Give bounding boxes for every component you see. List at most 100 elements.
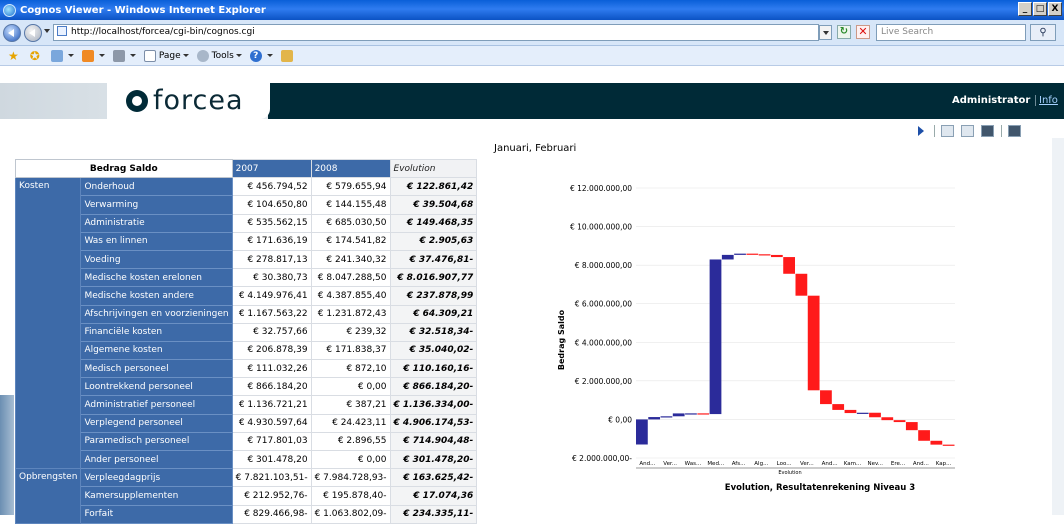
info-link[interactable]: Info: [1035, 95, 1058, 106]
row-label[interactable]: Kamersupplementen: [80, 486, 233, 506]
history-dropdown-icon[interactable]: [44, 29, 50, 33]
row-label[interactable]: Financiële kosten: [80, 322, 233, 342]
run-report-icon[interactable]: [918, 126, 924, 136]
search-button[interactable]: ⚲: [1030, 24, 1056, 41]
home-button[interactable]: [50, 49, 74, 62]
add-favorite-button[interactable]: ✪: [30, 49, 43, 63]
waterfall-bar[interactable]: [905, 422, 918, 431]
table-row: Administratie € 535.562,15 € 685.030,50 € 1…: [16, 213, 478, 233]
row-label[interactable]: Administratief personeel: [80, 395, 233, 415]
column-header-2008[interactable]: 2008: [310, 158, 391, 179]
row-label[interactable]: Algemene kosten: [80, 340, 233, 361]
page-menu[interactable]: Page: [143, 49, 189, 62]
refresh-button[interactable]: ↻: [837, 25, 851, 39]
url-input[interactable]: http://localhost/forcea/cgi-bin/cognos.c…: [53, 24, 819, 41]
crosstab: Bedrag Saldo 2007 2008 Evolution Kosten O…: [14, 158, 478, 524]
print-button[interactable]: [112, 49, 136, 62]
value-2007: € 212.952,76-: [231, 486, 312, 506]
research-button[interactable]: [280, 49, 296, 62]
value-2008: € 4.387.855,40: [310, 286, 391, 306]
waterfall-bar[interactable]: [746, 253, 759, 255]
row-label[interactable]: Was en linnen: [80, 231, 233, 251]
waterfall-bar[interactable]: [795, 273, 808, 296]
row-label[interactable]: Medische kosten andere: [80, 286, 233, 306]
minimize-button[interactable]: _: [1018, 2, 1032, 16]
row-label[interactable]: Verplegend personeel: [80, 413, 233, 433]
value-2008: € 387,21: [310, 395, 391, 415]
table-row: Financiële kosten € 32.757,66 € 239,32 € 32…: [16, 322, 478, 342]
row-label[interactable]: Administratie: [80, 213, 233, 233]
forward-button[interactable]: [24, 24, 42, 42]
related-links-icon[interactable]: [981, 125, 994, 137]
waterfall-bar[interactable]: [685, 413, 697, 415]
row-label[interactable]: Onderhoud: [80, 177, 233, 197]
waterfall-bar[interactable]: [734, 253, 746, 255]
waterfall-bar[interactable]: [832, 404, 845, 410]
search-input[interactable]: Live Search: [876, 24, 1026, 41]
table-row: Kamersupplementen € 212.952,76- € 195.878,…: [16, 486, 478, 506]
table-row: Verplegend personeel € 4.930.597,64 € 24.4…: [16, 413, 478, 433]
waterfall-bar[interactable]: [709, 259, 722, 415]
value-evolution: € 39.504,68: [389, 195, 478, 215]
period-title: Januari, Februari: [494, 143, 577, 154]
waterfall-bar[interactable]: [918, 430, 930, 441]
row-label[interactable]: Medische kosten erelonen: [80, 268, 233, 288]
drill-down-icon[interactable]: [941, 125, 954, 137]
row-label[interactable]: Voeding: [80, 249, 233, 270]
value-2007: € 1.136.721,21: [231, 395, 312, 415]
waterfall-bar[interactable]: [893, 420, 906, 423]
tools-menu[interactable]: Tools: [196, 49, 242, 62]
help-button[interactable]: ?: [249, 49, 273, 62]
waterfall-bar[interactable]: [856, 412, 869, 414]
row-label[interactable]: Ander personeel: [80, 449, 233, 470]
waterfall-bar[interactable]: [660, 416, 673, 418]
back-button[interactable]: [3, 24, 21, 42]
row-label[interactable]: Loontrekkend personeel: [80, 377, 233, 397]
y-tick-label: € 2.000.000,00-: [572, 454, 632, 463]
table-row: Opbrengsten Verpleegdagprijs € 7.821.103,5…: [14, 468, 478, 524]
x-axis-label: Evolution: [778, 470, 801, 476]
waterfall-bar[interactable]: [844, 409, 857, 414]
x-tick-label: Med...: [707, 461, 724, 467]
waterfall-bar[interactable]: [930, 440, 943, 445]
value-evolution: € 122.861,42: [389, 177, 478, 197]
waterfall-bar[interactable]: [721, 254, 734, 260]
row-label[interactable]: Afschrijvingen en voorzieningen: [80, 304, 233, 324]
row-label[interactable]: Verpleegdagprijs: [80, 468, 233, 488]
waterfall-bar[interactable]: [783, 257, 795, 274]
waterfall-bar[interactable]: [672, 413, 685, 417]
waterfall-bar[interactable]: [807, 295, 820, 391]
feeds-button[interactable]: [81, 49, 105, 62]
waterfall-bar[interactable]: [869, 412, 881, 418]
row-label[interactable]: Forfait: [80, 504, 233, 524]
stop-button[interactable]: ✕: [856, 25, 870, 39]
row-label[interactable]: Paramedisch personeel: [80, 431, 233, 452]
row-group-label[interactable]: Kosten: [14, 177, 82, 470]
row-label[interactable]: Medisch personeel: [80, 359, 233, 379]
drill-up-icon[interactable]: [961, 125, 974, 137]
column-header-evolution[interactable]: Evolution: [389, 158, 478, 179]
waterfall-bar[interactable]: [697, 413, 710, 415]
waterfall-bar[interactable]: [758, 254, 771, 256]
waterfall-bar[interactable]: [881, 417, 894, 421]
waterfall-bar[interactable]: [636, 419, 648, 445]
x-tick-label: Ere...: [891, 461, 905, 467]
waterfall-bar[interactable]: [820, 390, 832, 405]
column-header-2007[interactable]: 2007: [231, 158, 312, 179]
value-evolution: € 110.160,16-: [389, 359, 478, 379]
waterfall-bar[interactable]: [648, 417, 661, 420]
waterfall-bar[interactable]: [770, 254, 783, 258]
favorites-button[interactable]: ★: [8, 49, 22, 63]
row-label[interactable]: Verwarming: [80, 195, 233, 215]
vertical-scrollbar[interactable]: [1052, 138, 1064, 515]
url-dropdown-button[interactable]: [819, 25, 832, 40]
table-row: Paramedisch personeel € 717.801,03 € 2.896…: [16, 431, 478, 452]
value-2007: € 866.184,20: [231, 377, 312, 397]
row-group-label[interactable]: Opbrengsten: [14, 468, 82, 524]
close-button[interactable]: X: [1048, 2, 1062, 16]
maximize-button[interactable]: □: [1033, 2, 1047, 16]
view-format-icon[interactable]: [1008, 125, 1021, 137]
waterfall-bar[interactable]: [942, 444, 955, 446]
x-tick-label: And...: [913, 461, 929, 467]
value-evolution: € 2.905,63: [389, 231, 478, 251]
